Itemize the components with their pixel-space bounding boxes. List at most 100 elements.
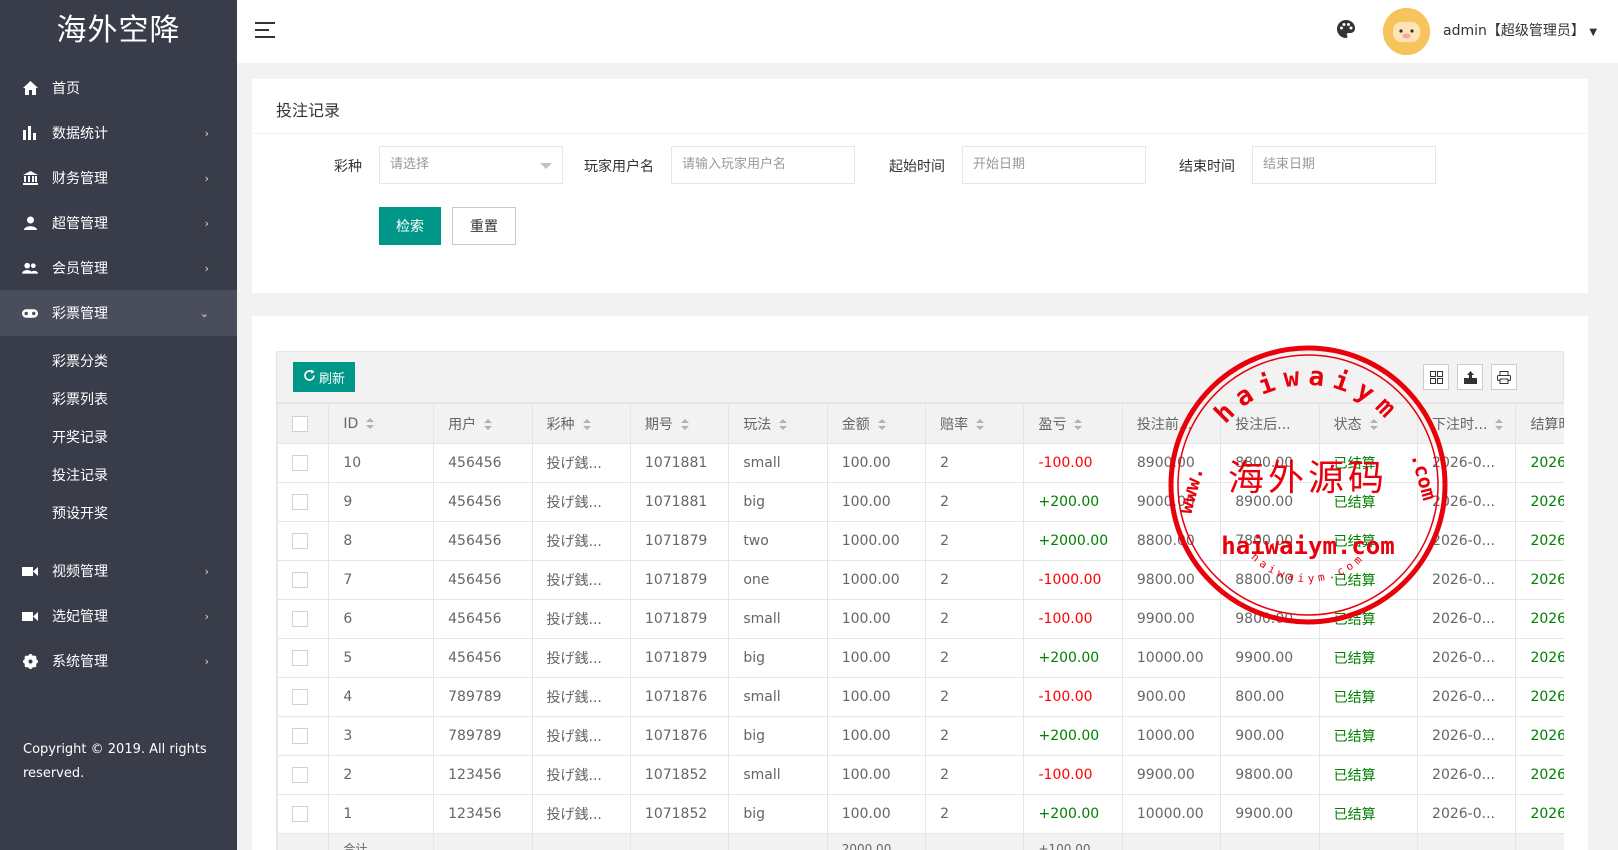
submenu-item-bet-records[interactable]: 投注记录 <box>52 465 108 485</box>
submenu-item-draw-records[interactable]: 开奖记录 <box>52 427 108 447</box>
table-cell: 800.00 <box>1220 677 1320 717</box>
search-button[interactable]: 检索 <box>379 207 441 245</box>
reset-button[interactable]: 重置 <box>452 207 516 245</box>
table-cell: 9800.00 <box>1220 599 1320 639</box>
table-cell: -100.00 <box>1023 443 1123 483</box>
sidebar-item-members[interactable]: 会员管理 › <box>0 245 237 291</box>
sidebar-item-selection[interactable]: 选妃管理 › <box>0 593 237 639</box>
avatar[interactable] <box>1383 8 1430 55</box>
sort-icon[interactable] <box>1369 418 1378 431</box>
table-row[interactable]: 7 456456 投げ銭... 1071879 one 1000.00 2 -1000.00 9… <box>277 560 1564 600</box>
sort-icon[interactable] <box>976 418 985 431</box>
select-all-cell <box>277 403 330 444</box>
users-icon <box>22 260 38 276</box>
table-cell: 投げ銭... <box>531 482 631 522</box>
table-cell: 2026-08-05 13 <box>1515 443 1564 483</box>
sort-icon[interactable] <box>582 418 591 431</box>
sidebar-item-system[interactable]: 系统管理 › <box>0 638 237 684</box>
sort-icon[interactable] <box>1495 418 1504 431</box>
sort-icon[interactable] <box>366 417 375 430</box>
table-cell: 1071876 <box>629 716 730 756</box>
table-cell: 1000.00 <box>826 560 927 600</box>
submenu-item-preset-draw[interactable]: 预设开奖 <box>52 503 108 523</box>
col-after[interactable]: 投注后... <box>1220 403 1320 444</box>
col-before[interactable]: 投注前... <box>1121 403 1222 444</box>
table-cell: 2026-0... <box>1417 482 1517 522</box>
col-id[interactable]: ID <box>328 403 435 444</box>
table-cell: 2026-0... <box>1417 677 1517 717</box>
table-cell: 投げ銭... <box>531 755 631 795</box>
row-checkbox[interactable] <box>292 572 308 588</box>
sort-icon[interactable] <box>877 418 886 431</box>
table-cell: 2 <box>925 521 1025 561</box>
col-settle-time[interactable]: 结算时间 <box>1515 403 1564 444</box>
export-icon[interactable] <box>1457 364 1483 390</box>
select-all-checkbox[interactable] <box>292 415 308 432</box>
table-row[interactable]: 10 456456 投げ銭... 1071881 small 100.00 2 -100.00… <box>277 443 1564 483</box>
lottery-select[interactable]: 请选择 <box>379 146 563 184</box>
table-cell: 2026-0... <box>1417 560 1517 600</box>
sort-icon[interactable] <box>1074 418 1083 431</box>
table-cell: 1071879 <box>629 521 730 561</box>
sort-icon[interactable] <box>484 418 493 431</box>
player-username-input[interactable]: 请输入玩家用户名 <box>671 146 855 184</box>
col-label: 投注后... <box>1235 416 1291 433</box>
row-checkbox[interactable] <box>292 533 308 549</box>
sidebar-item-home[interactable]: 首页 <box>0 65 237 111</box>
col-user[interactable]: 用户 <box>433 403 533 444</box>
table-row[interactable]: 8 456456 投げ銭... 1071879 two 1000.00 2 +2000.00 8… <box>277 521 1564 561</box>
table-cell: 1 <box>328 794 435 834</box>
table-cell: 100.00 <box>826 482 927 522</box>
col-bet-time[interactable]: 下注时... <box>1417 403 1517 444</box>
print-icon[interactable] <box>1491 364 1517 390</box>
row-checkbox[interactable] <box>292 494 308 510</box>
sidebar-item-statistics[interactable]: 数据统计 › <box>0 110 237 156</box>
table-cell: small <box>728 677 828 717</box>
col-amount[interactable]: 金额 <box>826 403 927 444</box>
col-lottery[interactable]: 彩种 <box>531 403 631 444</box>
refresh-button[interactable]: 刷新 <box>293 362 355 392</box>
sidebar-item-video[interactable]: 视频管理 › <box>0 548 237 594</box>
sidebar-item-finance[interactable]: 财务管理 › <box>0 155 237 201</box>
sidebar-item-label: 财务管理 <box>52 171 108 187</box>
table-row[interactable]: 2 123456 投げ銭... 1071852 small 100.00 2 -100.00 9… <box>277 755 1564 795</box>
start-date-input[interactable]: 开始日期 <box>962 146 1146 184</box>
gamepad-icon <box>22 305 38 321</box>
sidebar-item-lottery[interactable]: 彩票管理 ⌄ <box>0 290 237 336</box>
table-cell: 2 <box>925 794 1025 834</box>
sort-icon[interactable] <box>779 418 788 431</box>
row-checkbox[interactable] <box>292 689 308 705</box>
table-row[interactable]: 5 456456 投げ銭... 1071879 big 100.00 2 +200.00 100… <box>277 638 1564 678</box>
table-row[interactable]: 1 123456 投げ銭... 1071852 big 100.00 2 +200.00 100… <box>277 794 1564 834</box>
columns-filter-icon[interactable] <box>1423 364 1449 390</box>
sort-icon[interactable] <box>680 418 689 431</box>
col-status[interactable]: 状态 <box>1318 403 1419 444</box>
col-odds[interactable]: 赔率 <box>925 403 1025 444</box>
table-row[interactable]: 9 456456 投げ銭... 1071881 big 100.00 2 +200.00 900… <box>277 482 1564 522</box>
menu-toggle-icon[interactable] <box>255 22 275 38</box>
palette-icon[interactable] <box>1337 20 1359 42</box>
table-cell: 2 <box>925 599 1025 639</box>
col-period[interactable]: 期号 <box>629 403 730 444</box>
row-checkbox[interactable] <box>292 611 308 627</box>
end-date-input[interactable]: 结束日期 <box>1252 146 1436 184</box>
table-cell: 4 <box>328 677 435 717</box>
row-checkbox[interactable] <box>292 455 308 471</box>
row-checkbox[interactable] <box>292 767 308 783</box>
sidebar-item-admin[interactable]: 超管管理 › <box>0 200 237 246</box>
col-profit[interactable]: 盈亏 <box>1023 403 1123 444</box>
table-row[interactable]: 6 456456 投げ銭... 1071879 small 100.00 2 -100.00 9… <box>277 599 1564 639</box>
table-row[interactable]: 3 789789 投げ銭... 1071876 big 100.00 2 +200.00 100… <box>277 716 1564 756</box>
submenu-item-list[interactable]: 彩票列表 <box>52 389 108 409</box>
row-checkbox[interactable] <box>292 806 308 822</box>
total-cell <box>1515 833 1564 850</box>
table-row[interactable]: 4 789789 投げ銭... 1071876 small 100.00 2 -100.00 9… <box>277 677 1564 717</box>
bank-icon <box>22 170 38 186</box>
row-checkbox[interactable] <box>292 728 308 744</box>
player-label: 玩家用户名 <box>584 159 654 175</box>
user-menu[interactable]: admin【超级管理员】 ▼ <box>1443 20 1597 40</box>
col-play[interactable]: 玩法 <box>728 403 828 444</box>
copyright-text: Copyright © 2019. All rights reserved. <box>23 742 207 781</box>
submenu-item-category[interactable]: 彩票分类 <box>52 351 108 371</box>
row-checkbox[interactable] <box>292 650 308 666</box>
